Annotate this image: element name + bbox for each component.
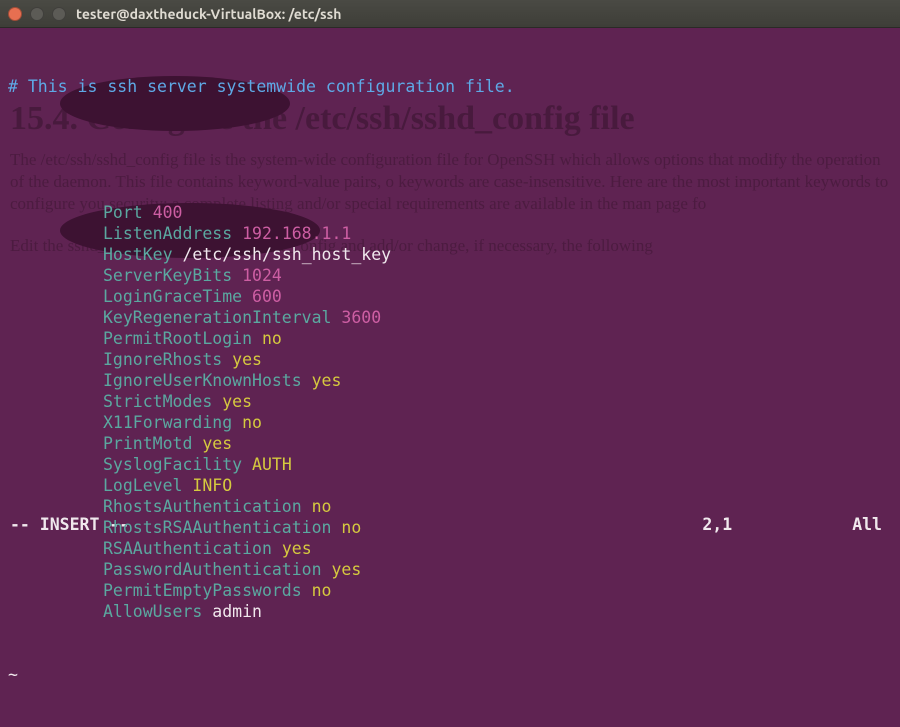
config-line: AllowUsers admin — [8, 601, 892, 622]
config-line: PermitEmptyPasswords no — [8, 580, 892, 601]
config-line: IgnoreUserKnownHosts yes — [8, 370, 892, 391]
config-value: 400 — [153, 203, 183, 222]
config-value: no — [312, 581, 332, 600]
config-key: PrintMotd — [103, 434, 192, 453]
tilde-line: ~ — [8, 664, 892, 685]
config-line: PermitRootLogin no — [8, 328, 892, 349]
comment-line: # This is ssh server systemwide configur… — [8, 76, 892, 97]
config-value: no — [312, 497, 332, 516]
config-line: LogLevel INFO — [8, 475, 892, 496]
minimize-icon[interactable] — [30, 7, 44, 21]
config-value: yes — [202, 434, 232, 453]
config-line: LoginGraceTime 600 — [8, 286, 892, 307]
config-value: yes — [282, 539, 312, 558]
config-line: Port 400 — [8, 202, 892, 223]
config-value: 1024 — [242, 266, 282, 285]
config-value: yes — [331, 560, 361, 579]
config-value: no — [341, 518, 361, 537]
config-key: RhostsRSAAuthentication — [103, 518, 331, 537]
config-key: ServerKeyBits — [103, 266, 232, 285]
config-line: IgnoreRhosts yes — [8, 349, 892, 370]
config-line: KeyRegenerationInterval 3600 — [8, 307, 892, 328]
maximize-icon[interactable] — [52, 7, 66, 21]
config-value: yes — [222, 392, 252, 411]
config-key: PermitRootLogin — [103, 329, 252, 348]
config-key: PasswordAuthentication — [103, 560, 322, 579]
config-line: HostKey /etc/ssh/ssh_host_key — [8, 244, 892, 265]
config-key: HostKey — [103, 245, 173, 264]
config-line: ServerKeyBits 1024 — [8, 265, 892, 286]
config-key: AllowUsers — [103, 602, 202, 621]
config-line: RSAAuthentication yes — [8, 538, 892, 559]
blank-line — [8, 139, 892, 160]
config-value: 600 — [252, 287, 282, 306]
config-key: Port — [103, 203, 143, 222]
config-key: StrictModes — [103, 392, 212, 411]
config-key: RhostsAuthentication — [103, 497, 302, 516]
config-line: PrintMotd yes — [8, 433, 892, 454]
config-key: X11Forwarding — [103, 413, 232, 432]
config-key: KeyRegenerationInterval — [103, 308, 331, 327]
terminal-area[interactable]: 15.4. Configure the /etc/ssh/sshd_config… — [0, 28, 900, 536]
config-line: SyslogFacility AUTH — [8, 454, 892, 475]
config-line: RhostsAuthentication no — [8, 496, 892, 517]
config-line: X11Forwarding no — [8, 412, 892, 433]
config-line: ListenAddress 192.168.1.1 — [8, 223, 892, 244]
config-line: StrictModes yes — [8, 391, 892, 412]
config-line: RhostsRSAAuthentication no — [8, 517, 892, 538]
config-key: IgnoreUserKnownHosts — [103, 371, 302, 390]
config-value: no — [242, 413, 262, 432]
window-titlebar: tester@daxtheduck-VirtualBox: /etc/ssh — [0, 0, 900, 28]
config-value: yes — [312, 371, 342, 390]
config-key: ListenAddress — [103, 224, 232, 243]
config-key: PermitEmptyPasswords — [103, 581, 302, 600]
close-icon[interactable] — [8, 7, 22, 21]
config-value: 3600 — [341, 308, 381, 327]
config-value: INFO — [192, 476, 232, 495]
config-value: /etc/ssh/ssh_host_key — [182, 245, 391, 264]
config-line: PasswordAuthentication yes — [8, 559, 892, 580]
window-controls — [8, 7, 66, 21]
config-value: admin — [212, 602, 262, 621]
terminal-text: # This is ssh server systemwide configur… — [8, 34, 892, 727]
config-key: LogLevel — [103, 476, 182, 495]
config-key: SyslogFacility — [103, 455, 242, 474]
config-key: IgnoreRhosts — [103, 350, 222, 369]
config-value: AUTH — [252, 455, 292, 474]
config-value: 192.168.1.1 — [242, 224, 351, 243]
config-value: no — [262, 329, 282, 348]
config-key: RSAAuthentication — [103, 539, 272, 558]
window-title: tester@daxtheduck-VirtualBox: /etc/ssh — [76, 6, 341, 22]
config-value: yes — [232, 350, 262, 369]
config-key: LoginGraceTime — [103, 287, 242, 306]
